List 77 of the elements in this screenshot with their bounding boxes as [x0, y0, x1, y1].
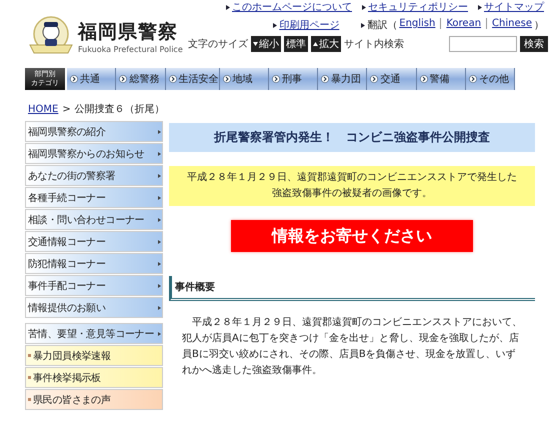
site-logo-subtitle: Fukuoka Prefectural Police [78, 44, 183, 54]
bullet-icon [478, 5, 482, 10]
section-heading: 事件概要 [169, 276, 535, 301]
font-size-button[interactable]: 拡大 [311, 36, 341, 52]
breadcrumb-separator: > [62, 104, 71, 114]
chevron-icon [321, 75, 329, 83]
chevron-icon [70, 75, 78, 83]
chevron-icon [272, 75, 280, 83]
sidebar-item[interactable]: あなたの街の警察署 [25, 165, 163, 186]
chevron-icon [168, 75, 176, 83]
bullet-icon [28, 398, 31, 401]
chevron-icon [119, 75, 128, 83]
font-size-label: 文字のサイズ [188, 38, 248, 51]
arrow-icon [158, 174, 161, 178]
bullet-icon [273, 23, 278, 28]
sidebar-item[interactable]: 相談・問い合わせコーナー [25, 209, 163, 230]
sidebar-item[interactable]: 事件検挙掲示板 [25, 367, 163, 388]
arrow-icon [158, 130, 161, 134]
chevron-icon [468, 75, 477, 83]
sidebar-item[interactable]: 情報提供のお願い [25, 297, 163, 318]
language-link[interactable]: Chinese [492, 18, 532, 29]
category-tab[interactable]: 総警務 [116, 68, 166, 90]
down-arrow-icon [253, 42, 258, 46]
search-button[interactable]: 検索 [520, 36, 548, 52]
category-tab[interactable]: その他 [466, 68, 515, 90]
category-tab[interactable]: 生活安全 [166, 68, 220, 90]
up-arrow-icon [313, 42, 318, 46]
language-link[interactable]: English [399, 18, 436, 29]
arrow-icon [158, 332, 161, 336]
sidebar-item[interactable]: 防犯情報コーナー [25, 253, 163, 274]
font-size-button[interactable]: 縮小 [251, 36, 281, 52]
print-page-link[interactable]: 印刷用ページ [279, 18, 340, 32]
sidebar-item[interactable]: 福岡県警察からのお知らせ [25, 143, 163, 164]
arrow-icon [158, 240, 161, 244]
header-link[interactable]: このホームページについて [232, 0, 352, 14]
bullet-icon [362, 5, 366, 10]
chevron-icon [370, 75, 378, 83]
sidebar-item[interactable]: 福岡県警察の紹介 [25, 121, 163, 142]
category-tab[interactable]: 地域 [220, 68, 269, 90]
arrow-icon [158, 218, 161, 222]
chevron-icon [222, 75, 230, 83]
category-tab[interactable]: 刑事 [268, 68, 318, 90]
header-link[interactable]: セキュリティポリシー [368, 0, 468, 14]
home-link[interactable]: HOME [28, 104, 58, 114]
header-link[interactable]: サイトマップ [484, 0, 544, 14]
case-summary-paragraph: 平成２８年１月２９日、遠賀郡遠賀町のコンビニエンスストアにおいて、犯人が店員Aに包丁を突きつけ「金を出せ」と脅し、現金を強取したが、店員Bに羽交い絞めにされ、その際、店員Bを負傷させ、現金を放置し、いずれかへ逃走した強盗致傷事件。 [182, 316, 522, 378]
send-info-button[interactable]: 情報をお寄せください [231, 220, 473, 252]
language-link[interactable]: Korean [446, 18, 482, 29]
arrow-icon [158, 306, 161, 310]
arrow-icon [158, 284, 161, 288]
sidebar-item[interactable]: 暴力団員検挙速報 [25, 345, 163, 366]
category-tab[interactable]: 警備 [416, 68, 466, 90]
search-field[interactable] [449, 36, 517, 52]
sidebar-item[interactable]: 県民の皆さまの声 [25, 389, 163, 410]
arrow-icon [158, 262, 161, 266]
closing-bracket: ） [534, 19, 544, 32]
bullet-icon [226, 5, 230, 10]
sidebar-item[interactable]: 交通情報コーナー [25, 231, 163, 252]
translation-label: 翻訳（ [367, 18, 398, 32]
category-tab[interactable]: 交通 [367, 68, 416, 90]
bullet-icon [28, 376, 31, 379]
sidebar-item[interactable]: 事件手配コーナー [25, 275, 163, 296]
arrow-icon [158, 196, 161, 200]
font-size-button[interactable]: 標準 [284, 36, 308, 52]
notice-box: 平成２８年１月２９日、遠賀郡遠賀町のコンビニエンスストアで発生した 強盗致傷事件の被疑者の画像です。 [169, 166, 535, 206]
site-search-label: サイト内検索 [344, 38, 404, 51]
page-banner-title: 折尾警察署管内発生！ コンビニ強盗事件公開捜査 [169, 123, 535, 152]
sidebar-item[interactable]: 各種手続コーナー [25, 187, 163, 208]
bullet-icon [28, 354, 31, 357]
category-tab[interactable]: 共通 [67, 68, 116, 90]
bullet-icon [361, 23, 366, 28]
category-tab[interactable]: 暴力団 [318, 68, 368, 90]
sidebar-item[interactable]: 苦情、要望・意見等コーナー [25, 323, 163, 344]
chevron-icon [420, 75, 428, 83]
breadcrumb-current: 公開捜査６（折尾） [74, 102, 165, 116]
arrow-icon [158, 152, 161, 156]
site-logo-title: 福岡県警察 [78, 20, 179, 44]
